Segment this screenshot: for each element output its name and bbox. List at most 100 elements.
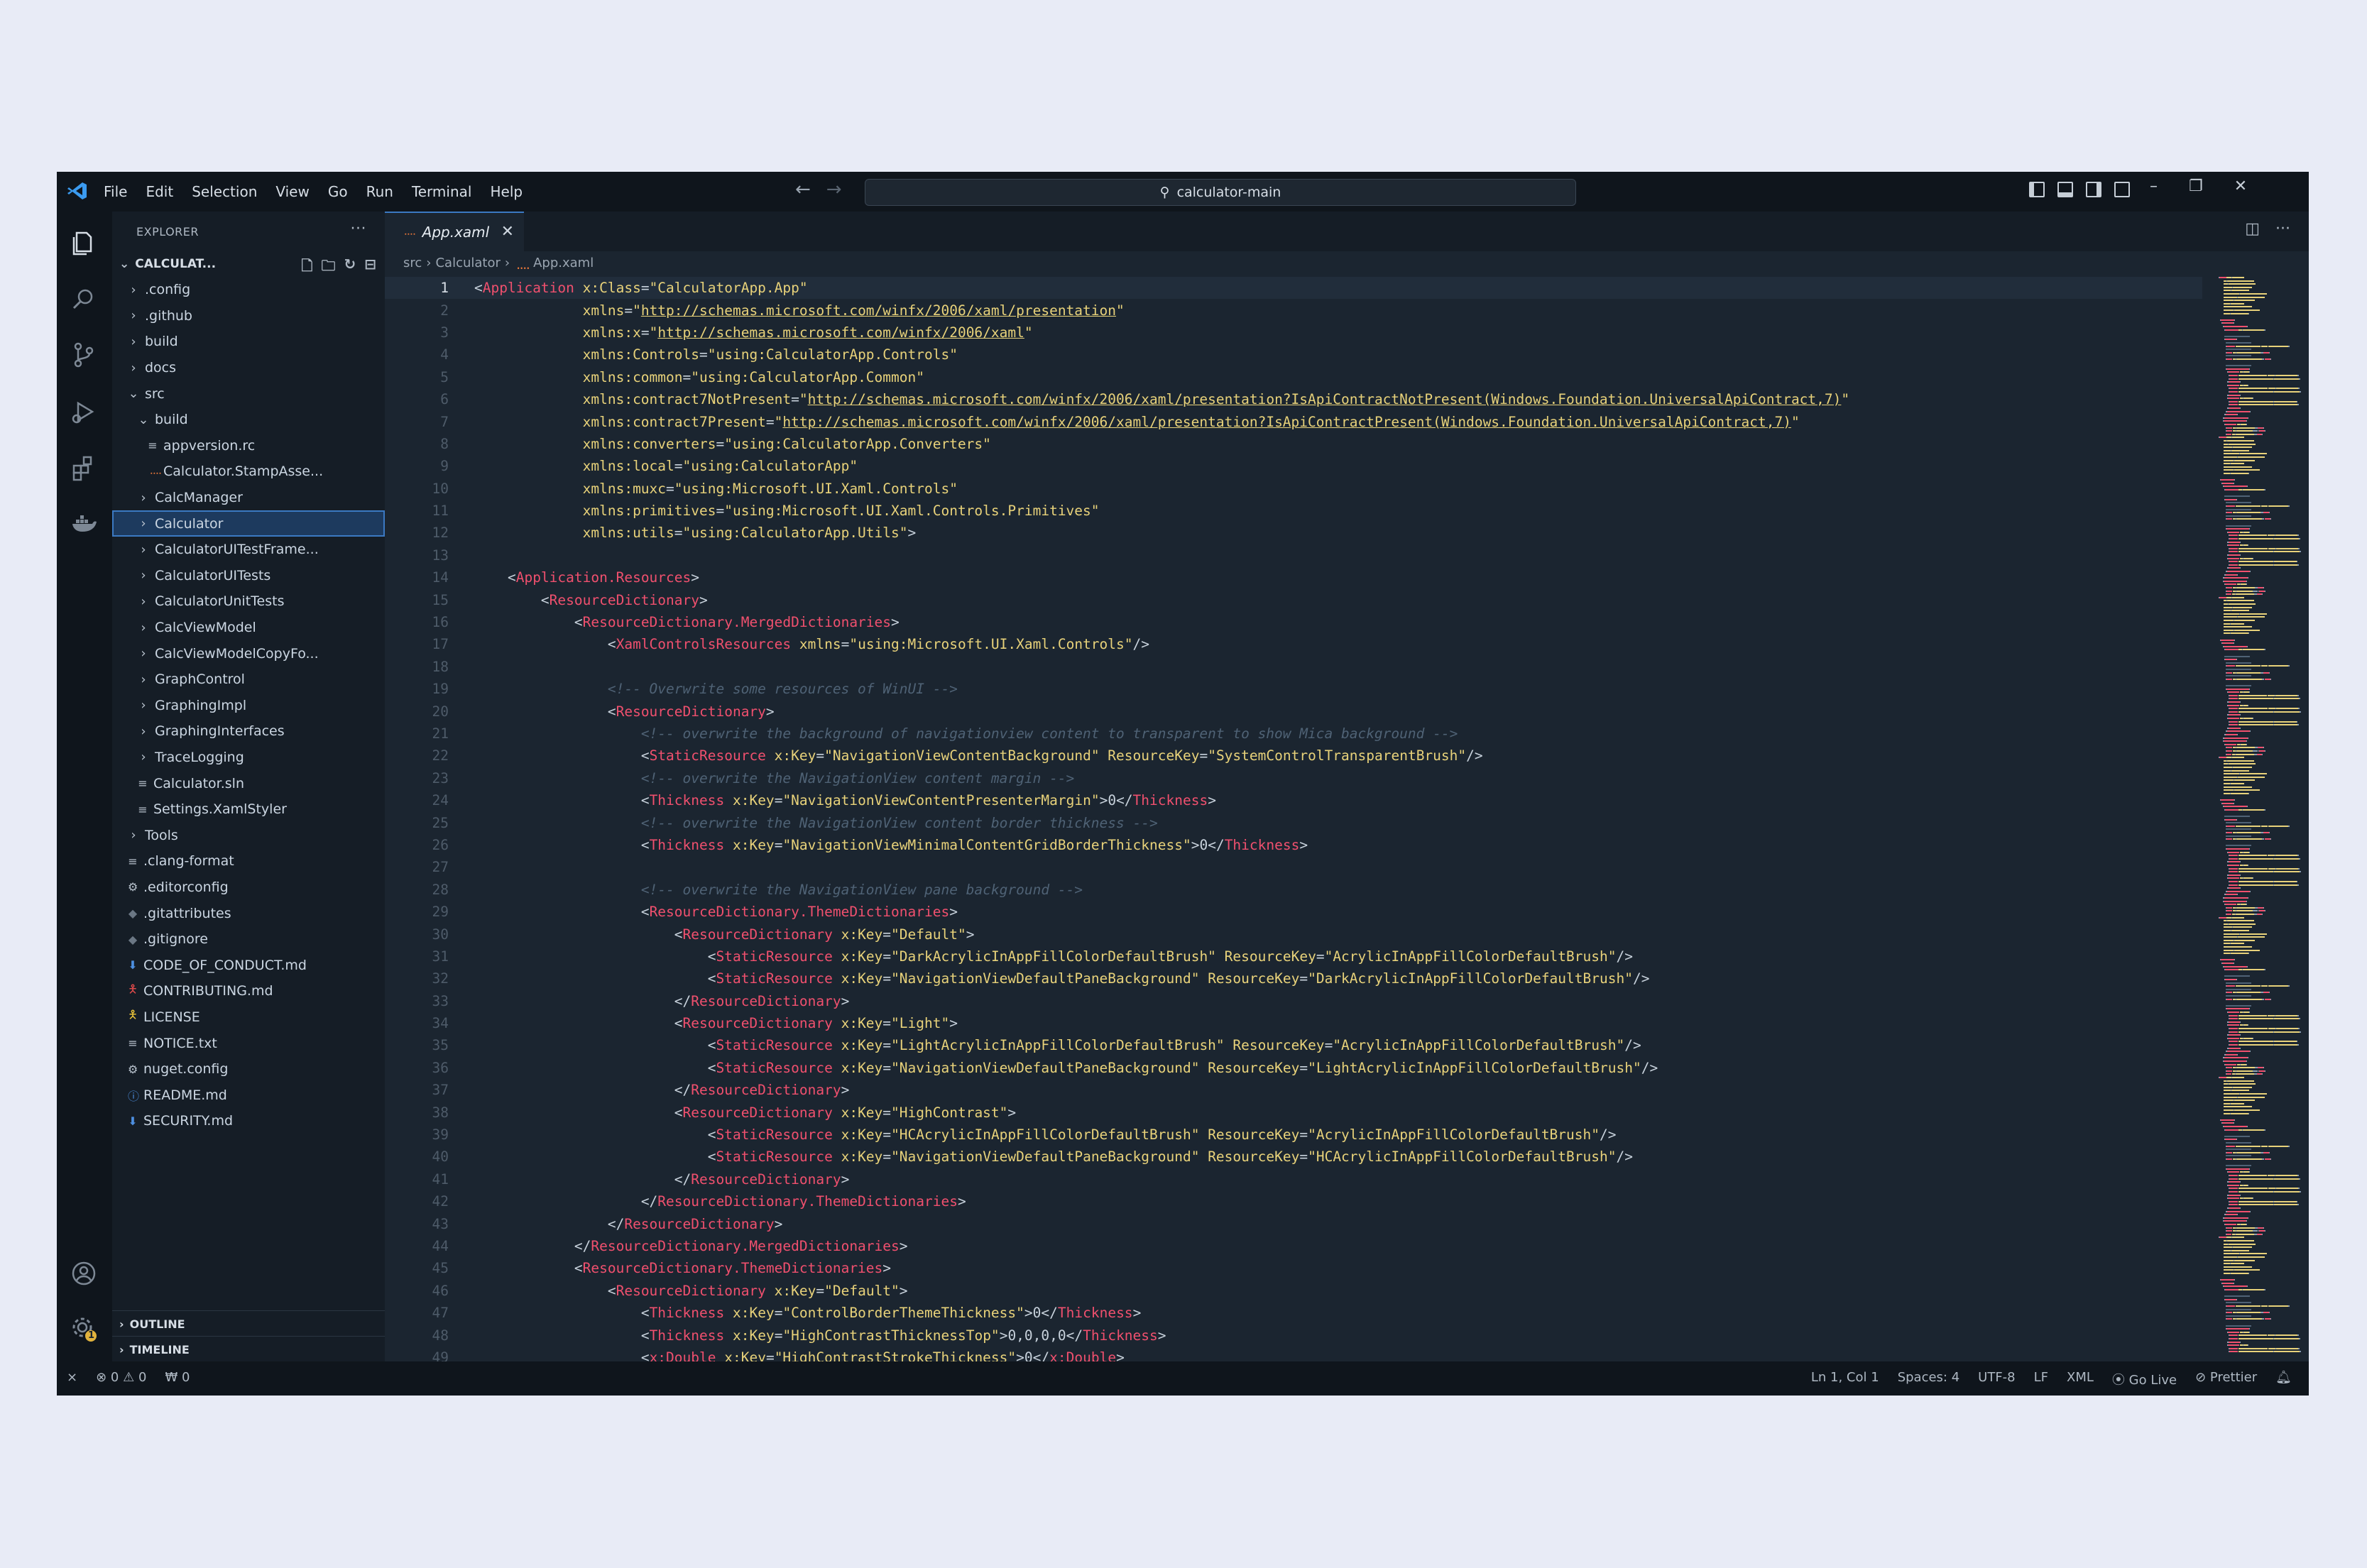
menu-item-view[interactable]: View bbox=[275, 183, 309, 200]
tree-folder[interactable]: › TraceLogging bbox=[112, 745, 385, 771]
minimap-stroke bbox=[2228, 407, 2240, 409]
minimap-stroke bbox=[2274, 884, 2298, 886]
breadcrumb-item[interactable]: App.xaml bbox=[533, 256, 594, 278]
tree-file[interactable]: 🯅 LICENSE bbox=[112, 1004, 385, 1031]
toggle-primary-sidebar-icon[interactable] bbox=[2029, 182, 2045, 197]
minimize-icon[interactable]: – bbox=[2150, 177, 2158, 195]
minimap-stroke bbox=[2274, 1044, 2298, 1046]
outline-section[interactable]: › OUTLINE bbox=[112, 1310, 392, 1337]
menu-item-go[interactable]: Go bbox=[328, 183, 348, 200]
tree-folder[interactable]: › CalcViewModelCopyFo... bbox=[112, 640, 385, 667]
forward-arrow-icon[interactable]: → bbox=[826, 179, 842, 204]
tree-file[interactable]: ◆ .gitattributes bbox=[112, 900, 385, 926]
manage-gear-icon[interactable]: 1 bbox=[70, 1315, 98, 1343]
split-editor-icon[interactable]: ◫ bbox=[2245, 220, 2260, 238]
breadcrumb-item[interactable]: src bbox=[403, 256, 422, 278]
tree-folder[interactable]: › CalculatorUnitTests bbox=[112, 588, 385, 615]
menu-item-run[interactable]: Run bbox=[366, 183, 393, 200]
timeline-section[interactable]: › TIMELINE bbox=[112, 1336, 392, 1362]
tree-folder[interactable]: › build bbox=[112, 329, 385, 355]
customize-layout-icon[interactable] bbox=[2114, 182, 2130, 197]
close-tab-icon[interactable]: ✕ bbox=[501, 223, 514, 241]
back-arrow-icon[interactable]: ← bbox=[795, 179, 811, 204]
menu-item-selection[interactable]: Selection bbox=[192, 183, 257, 200]
tree-folder[interactable]: ⌄ src bbox=[112, 380, 385, 407]
menu-item-help[interactable]: Help bbox=[490, 183, 523, 200]
tree-item-label: docs bbox=[145, 360, 177, 376]
notifications-bell-icon[interactable]: 🔔︎ bbox=[2275, 1370, 2292, 1388]
tree-file[interactable]: ≡ .clang-format bbox=[112, 848, 385, 875]
ports-indicator[interactable]: ₩ 0 bbox=[165, 1370, 190, 1385]
tree-folder[interactable]: › Calculator bbox=[112, 510, 385, 537]
tab-app-xaml[interactable]: ᠁ App.xaml ✕ bbox=[385, 212, 524, 251]
editor-more-icon[interactable]: ··· bbox=[2275, 220, 2290, 238]
minimap-stroke bbox=[2268, 1188, 2275, 1190]
command-center-search[interactable]: ⚲ calculator-main bbox=[865, 179, 1576, 206]
tree-file[interactable]: ◆ .gitignore bbox=[112, 926, 385, 953]
search-sidebar-icon[interactable] bbox=[70, 285, 98, 314]
run-debug-icon[interactable] bbox=[70, 398, 98, 426]
language-mode[interactable]: XML bbox=[2067, 1370, 2094, 1388]
source-control-icon[interactable] bbox=[70, 341, 98, 369]
tree-file[interactable]: ≡ NOTICE.txt bbox=[112, 1030, 385, 1056]
tree-file[interactable]: ≡ Settings.XamlStyler bbox=[112, 796, 385, 823]
markdown-file-icon: ⬇ bbox=[128, 958, 138, 972]
tree-folder[interactable]: › .config bbox=[112, 277, 385, 303]
minimap-stroke bbox=[2236, 512, 2261, 514]
toggle-panel-icon[interactable] bbox=[2057, 182, 2073, 197]
refresh-icon[interactable]: ↻ bbox=[344, 256, 356, 280]
tree-folder[interactable]: › Tools bbox=[112, 822, 385, 848]
code-view[interactable]: 1 < Application x:Class = "CalculatorApp.App… bbox=[385, 277, 2202, 1361]
tree-file[interactable]: ⬇ SECURITY.md bbox=[112, 1108, 385, 1134]
tree-folder[interactable]: › GraphControl bbox=[112, 667, 385, 693]
breadcrumb-item[interactable]: Calculator bbox=[435, 256, 500, 278]
tree-folder[interactable]: › CalcViewModel bbox=[112, 615, 385, 641]
minimap[interactable] bbox=[2213, 277, 2309, 1361]
remote-icon[interactable]: ⨯ bbox=[67, 1370, 77, 1385]
collapse-all-icon[interactable]: ⊟ bbox=[364, 256, 376, 280]
explorer-icon[interactable] bbox=[70, 229, 98, 257]
end-of-line[interactable]: LF bbox=[2034, 1370, 2048, 1388]
toggle-secondary-sidebar-icon[interactable] bbox=[2086, 182, 2101, 197]
extensions-icon[interactable] bbox=[70, 454, 98, 483]
cursor-position[interactable]: Ln 1, Col 1 bbox=[1811, 1370, 1879, 1388]
encoding[interactable]: UTF-8 bbox=[1978, 1370, 2015, 1388]
line-number: 49 bbox=[432, 1349, 449, 1361]
tree-folder[interactable]: ⌄ build bbox=[112, 407, 385, 433]
tree-file[interactable]: ᠁ Calculator.StampAsse... bbox=[112, 459, 385, 485]
more-actions-icon[interactable]: ··· bbox=[351, 220, 366, 238]
close-window-icon[interactable]: ✕ bbox=[2234, 177, 2247, 195]
menu-item-terminal[interactable]: Terminal bbox=[412, 183, 472, 200]
indentation[interactable]: Spaces: 4 bbox=[1898, 1370, 1959, 1388]
line-number: 13 bbox=[432, 547, 449, 564]
restore-icon[interactable]: ❐ bbox=[2189, 177, 2203, 195]
accounts-icon[interactable] bbox=[70, 1259, 98, 1288]
go-live-button[interactable]: ⦿ Go Live bbox=[2112, 1370, 2177, 1388]
new-folder-icon[interactable]: 🗀 bbox=[321, 256, 335, 280]
tree-folder[interactable]: › CalcManager bbox=[112, 485, 385, 511]
tree-file[interactable]: ≡ appversion.rc bbox=[112, 433, 385, 459]
problems-indicator[interactable]: ⊗ 0 ⚠ 0 bbox=[96, 1370, 146, 1385]
menu-item-edit[interactable]: Edit bbox=[146, 183, 173, 200]
tree-file[interactable]: 🯅 CONTRIBUTING.md bbox=[112, 978, 385, 1004]
tree-file[interactable]: ⚙ .editorconfig bbox=[112, 875, 385, 901]
tree-file[interactable]: ⚙ nuget.config bbox=[112, 1056, 385, 1082]
new-file-icon[interactable]: 🗋 bbox=[301, 256, 312, 280]
tree-folder[interactable]: › CalculatorUITestFrame... bbox=[112, 537, 385, 563]
tree-folder[interactable]: › GraphingInterfaces bbox=[112, 718, 385, 745]
menu-item-file[interactable]: File bbox=[104, 183, 127, 200]
prettier-button[interactable]: ⊘ Prettier bbox=[2195, 1370, 2257, 1388]
workspace-root[interactable]: ⌄ CALCULAT... 🗋 🗀 ↻ ⊟ bbox=[112, 251, 385, 277]
tree-file[interactable]: ≡ Calculator.sln bbox=[112, 770, 385, 796]
minimap-stroke bbox=[2226, 1004, 2251, 1007]
tree-folder[interactable]: › CalculatorUITests bbox=[112, 563, 385, 589]
tree-folder[interactable]: › .github bbox=[112, 303, 385, 329]
tree-folder[interactable]: › GraphingImpl bbox=[112, 693, 385, 719]
minimap-stroke bbox=[2266, 1200, 2274, 1202]
docker-icon[interactable] bbox=[70, 510, 98, 538]
tree-file[interactable]: ⓘ README.md bbox=[112, 1082, 385, 1108]
tree-file[interactable]: ⬇ CODE_OF_CONDUCT.md bbox=[112, 952, 385, 978]
code-token: </ bbox=[674, 1082, 691, 1099]
minimap-stroke bbox=[2226, 587, 2232, 588]
tree-folder[interactable]: › docs bbox=[112, 355, 385, 381]
